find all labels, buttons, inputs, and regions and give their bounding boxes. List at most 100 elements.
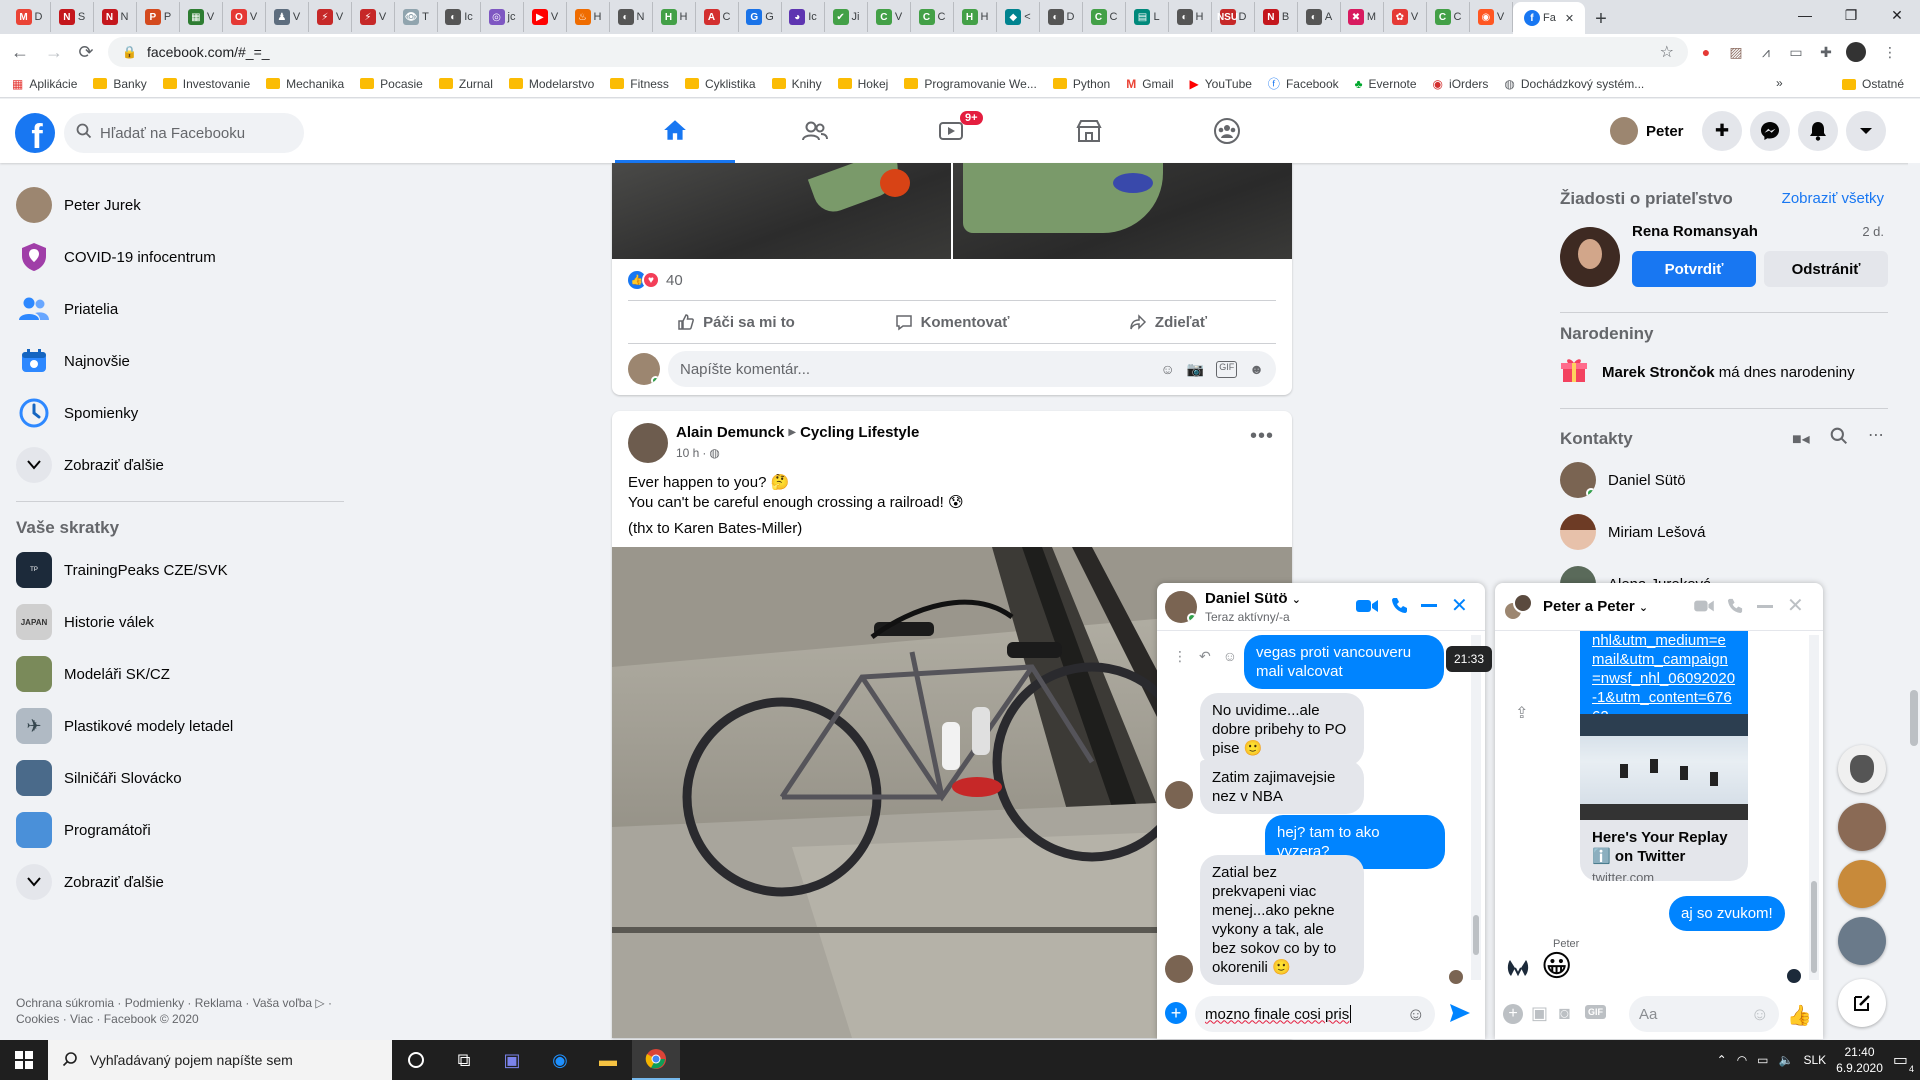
- menu-kebab-icon[interactable]: ⋮: [1880, 42, 1900, 62]
- post-photo[interactable]: [612, 163, 951, 259]
- chat-message-input[interactable]: Aa ☺: [1629, 996, 1779, 1032]
- emoji-icon[interactable]: ☺: [1161, 361, 1175, 378]
- author-avatar[interactable]: [628, 423, 668, 463]
- shortcut-item[interactable]: TP TrainingPeaks CZE/SVK: [8, 544, 348, 596]
- video-call-icon[interactable]: [1355, 597, 1379, 620]
- chat-scrollbar-thumb[interactable]: [1473, 915, 1479, 955]
- account-menu-chevron-icon[interactable]: [1846, 111, 1886, 151]
- post-time[interactable]: 10 h: [676, 446, 699, 460]
- tab-home[interactable]: [615, 99, 735, 163]
- browser-tab[interactable]: GG: [739, 2, 782, 32]
- comment-button[interactable]: Komentovať: [844, 301, 1060, 343]
- more-options-icon[interactable]: •••: [1250, 425, 1274, 448]
- chat-head-avatar[interactable]: [1838, 803, 1886, 851]
- chat-head-avatar[interactable]: [1838, 917, 1886, 965]
- nav-item-covid[interactable]: COVID-19 infocentrum: [8, 231, 348, 283]
- link-preview-card[interactable]: nhl&utm_medium=email&utm_campaign=nwsf_n…: [1580, 631, 1748, 881]
- chat-scrollbar-thumb[interactable]: [1811, 881, 1817, 973]
- bookmark-item[interactable]: Pocasie: [360, 77, 423, 91]
- chat-contact-name[interactable]: Daniel Sütö ⌄: [1205, 590, 1301, 607]
- like-button[interactable]: Páči sa mi to: [628, 301, 844, 343]
- page-scrollbar[interactable]: [1908, 163, 1920, 1038]
- profile-avatar-icon[interactable]: [1846, 42, 1866, 62]
- add-plus-icon[interactable]: +: [1165, 1002, 1187, 1024]
- minimize-chat-icon[interactable]: [1421, 604, 1437, 607]
- message-sent[interactable]: vegas proti vancouveru mali valcovat: [1244, 635, 1444, 689]
- browser-tab[interactable]: CV: [868, 2, 911, 32]
- bookmark-item[interactable]: ⓕ Facebook: [1268, 75, 1339, 92]
- add-plus-icon[interactable]: +: [1503, 1004, 1523, 1024]
- nav-item-friends[interactable]: Priatelia: [8, 283, 348, 335]
- browser-tab[interactable]: 👁 T: [395, 2, 438, 32]
- more-vertical-icon[interactable]: ⋮: [1173, 648, 1187, 665]
- language-indicator[interactable]: SLK: [1803, 1053, 1826, 1067]
- reply-icon[interactable]: ↶: [1199, 648, 1211, 665]
- browser-tab[interactable]: ◎ jc: [481, 2, 524, 32]
- browser-tab[interactable]: ▦ V: [180, 2, 223, 32]
- new-message-compose-icon[interactable]: [1838, 979, 1886, 1027]
- chat-message-input[interactable]: mozno finale cosi pris ☺: [1195, 996, 1435, 1032]
- shortcut-see-more[interactable]: Zobraziť ďalšie: [8, 856, 348, 908]
- facebook-logo-icon[interactable]: f: [15, 113, 55, 153]
- phone-call-icon[interactable]: [1727, 597, 1744, 617]
- post-author[interactable]: Alain Demunck: [676, 424, 784, 441]
- browser-tab-active[interactable]: f Fa ✕: [1513, 2, 1585, 34]
- thumbs-up-icon[interactable]: 👍: [1787, 1003, 1812, 1028]
- gif-icon[interactable]: GIF: [1585, 1005, 1606, 1019]
- bookmark-item[interactable]: Zurnal: [438, 77, 493, 91]
- minimize-chat-icon[interactable]: [1757, 605, 1773, 608]
- confirm-request-button[interactable]: Potvrdiť: [1632, 251, 1756, 287]
- react-emoji-icon[interactable]: ☺: [1223, 648, 1237, 665]
- browser-tab[interactable]: HH: [653, 2, 696, 32]
- reaction-summary[interactable]: 👍 ♥ 40: [628, 271, 683, 289]
- browser-tab[interactable]: ✖ M: [1341, 2, 1384, 32]
- browser-tab[interactable]: ◐ H: [1169, 2, 1212, 32]
- nav-item-memories[interactable]: Spomienky: [8, 387, 348, 439]
- browser-tab[interactable]: OV: [223, 2, 266, 32]
- extensions-puzzle-icon[interactable]: ✚: [1816, 42, 1836, 62]
- browser-tab[interactable]: ◕ Ic: [782, 2, 825, 32]
- chat-head-avatar[interactable]: [1838, 745, 1886, 793]
- bookmark-item[interactable]: Fitness: [610, 77, 669, 91]
- chevron-up-icon[interactable]: ⌃: [1717, 1053, 1727, 1067]
- bookmark-item[interactable]: ♣ Evernote: [1355, 77, 1417, 91]
- share-button[interactable]: Zdieľať: [1060, 301, 1276, 343]
- browser-tab[interactable]: AC: [696, 2, 739, 32]
- tab-watch[interactable]: 9+: [892, 99, 1012, 163]
- close-tab-icon[interactable]: ✕: [1565, 12, 1574, 25]
- bookmark-item[interactable]: ◉ iOrders: [1433, 77, 1489, 91]
- shortcut-item[interactable]: Modeláři SK/CZ: [8, 648, 348, 700]
- close-chat-icon[interactable]: ✕: [1787, 593, 1804, 618]
- bookmark-item[interactable]: ▦ Aplikácie: [12, 77, 77, 91]
- photo-icon[interactable]: ▣: [1531, 1003, 1548, 1024]
- bookmarks-overflow-icon[interactable]: »: [1776, 76, 1783, 90]
- extension-icon[interactable]: ▭: [1786, 42, 1806, 62]
- messenger-icon[interactable]: [1750, 111, 1790, 151]
- address-bar[interactable]: 🔒 facebook.com/#_=_ ☆: [108, 37, 1688, 67]
- volume-icon[interactable]: 🔈: [1779, 1053, 1794, 1067]
- windows-start-icon[interactable]: [0, 1040, 48, 1080]
- action-center-icon[interactable]: ▭ 4: [1893, 1050, 1914, 1074]
- phone-call-icon[interactable]: [1391, 596, 1409, 617]
- browser-tab[interactable]: ♨ H: [567, 2, 610, 32]
- facebook-search-input[interactable]: Hľadať na Facebooku: [64, 113, 304, 153]
- extension-icon[interactable]: ⩘: [1756, 42, 1776, 62]
- request-avatar[interactable]: [1560, 227, 1620, 287]
- birthday-item[interactable]: Marek Strončok má dnes narodeniny: [1560, 356, 1855, 388]
- file-explorer-folder-icon[interactable]: ▬: [584, 1040, 632, 1080]
- shortcut-item[interactable]: JAPAN Historie válek: [8, 596, 348, 648]
- taskbar-search-input[interactable]: Vyhľadávaný pojem napíšte sem: [48, 1040, 392, 1080]
- browser-tab[interactable]: ▤ L: [1126, 2, 1169, 32]
- battery-icon[interactable]: ▭: [1757, 1053, 1768, 1067]
- bookmark-item[interactable]: Banky: [93, 77, 147, 91]
- task-view-icon[interactable]: ⧉: [440, 1040, 488, 1080]
- nav-item-most-recent[interactable]: Najnovšie: [8, 335, 348, 387]
- message-sent[interactable]: aj so zvukom!: [1669, 896, 1785, 931]
- emoji-icon[interactable]: ☺: [1407, 1004, 1425, 1025]
- nav-item-profile[interactable]: Peter Jurek: [8, 179, 348, 231]
- contact-item[interactable]: Miriam Lešová: [1560, 506, 1706, 558]
- bookmark-item[interactable]: ▶ YouTube: [1190, 77, 1252, 91]
- notifications-bell-icon[interactable]: [1798, 111, 1838, 151]
- camera-icon[interactable]: 📷: [1187, 361, 1204, 378]
- opera-extension-icon[interactable]: ●: [1696, 42, 1716, 62]
